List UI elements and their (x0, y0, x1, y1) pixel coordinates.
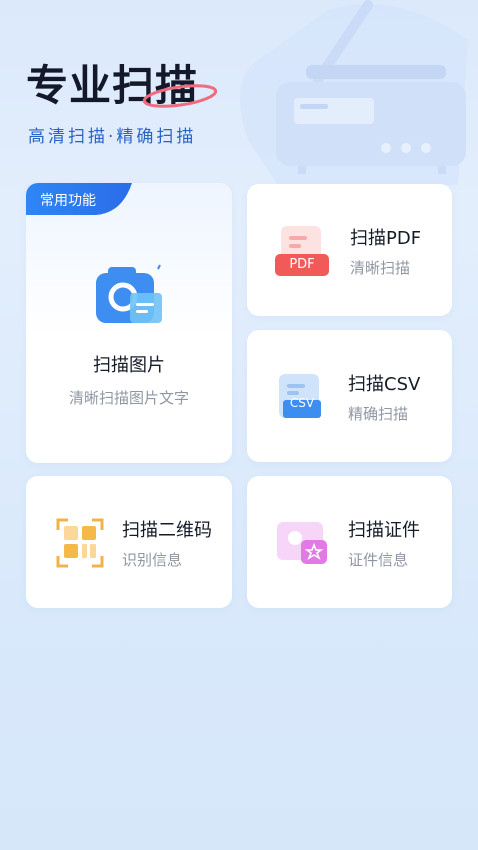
hero-subtitle: 高清扫描·精确扫描 (28, 127, 197, 147)
scan-csv-card[interactable]: CSV 扫描CSV 精确扫描 (247, 330, 452, 462)
scan-csv-title: 扫描CSV (348, 374, 421, 395)
qr-code-icon (56, 518, 104, 568)
scan-pdf-title: 扫描PDF (350, 228, 422, 249)
scan-image-title: 扫描图片 (93, 355, 165, 376)
scan-qr-subtitle: 识别信息 (122, 551, 183, 569)
common-badge: 常用功能 (40, 193, 96, 209)
scan-image-card[interactable]: 常用功能 扫描图片 清晰扫描图片文字 (26, 183, 232, 463)
scan-pdf-card[interactable]: PDF 扫描PDF 清晰扫描 (247, 184, 452, 316)
title-ring-decoration (142, 84, 218, 108)
scan-image-subtitle: 清晰扫描图片文字 (68, 389, 189, 407)
scan-id-title: 扫描证件 (348, 520, 420, 541)
scan-qr-title: 扫描二维码 (122, 520, 212, 541)
id-card-icon (277, 522, 327, 564)
scanner-illustration (240, 0, 468, 186)
pdf-icon-label: PDF (289, 257, 315, 272)
camera-scan-icon (96, 264, 162, 323)
csv-icon-label: CSV (289, 396, 315, 410)
scan-id-card[interactable]: 扫描证件 证件信息 (247, 476, 452, 608)
scan-pdf-subtitle: 清晰扫描 (350, 259, 411, 277)
scan-id-subtitle: 证件信息 (348, 551, 409, 569)
scan-qr-card[interactable]: 扫描二维码 识别信息 (26, 476, 232, 608)
scan-csv-subtitle: 精确扫描 (348, 405, 409, 423)
